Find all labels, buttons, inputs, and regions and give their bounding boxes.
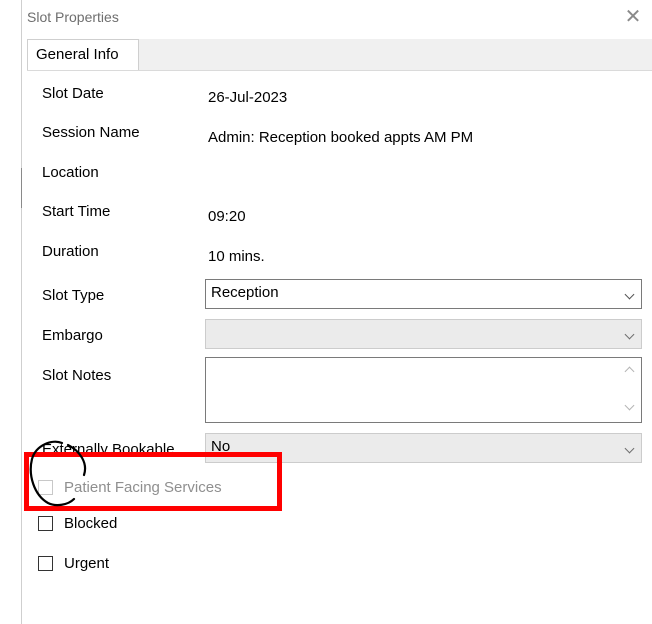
- location-label: Location: [42, 164, 99, 181]
- chevron-down-icon: [624, 289, 635, 300]
- slot-notes-textarea[interactable]: [205, 357, 642, 423]
- embargo-label: Embargo: [42, 327, 103, 344]
- window-title: Slot Properties: [27, 9, 119, 25]
- blocked-label: Blocked: [64, 515, 118, 532]
- start-time-label: Start Time: [42, 203, 111, 220]
- start-time-value: 09:20: [208, 208, 246, 225]
- slot-type-value: Reception: [211, 284, 279, 301]
- window-left-edge-accent: [21, 168, 22, 208]
- urgent-checkbox[interactable]: [38, 556, 53, 571]
- embargo-select[interactable]: [205, 319, 642, 349]
- slot-type-select[interactable]: Reception: [205, 279, 642, 309]
- chevron-down-icon: [624, 443, 635, 454]
- slot-type-label: Slot Type: [42, 287, 105, 304]
- session-name-label: Session Name: [42, 124, 140, 141]
- slot-notes-label: Slot Notes: [42, 367, 112, 384]
- window-left-edge: [21, 0, 22, 624]
- session-name-value: Admin: Reception booked appts AM PM: [208, 129, 474, 146]
- duration-value: 10 mins.: [208, 248, 265, 265]
- tab-general-info[interactable]: General Info: [27, 39, 139, 70]
- scroll-down-icon[interactable]: [624, 400, 635, 411]
- red-highlight-box: [24, 452, 282, 511]
- duration-label: Duration: [42, 243, 99, 260]
- urgent-label: Urgent: [64, 555, 110, 572]
- chevron-down-icon: [624, 329, 635, 340]
- blocked-checkbox[interactable]: [38, 516, 53, 531]
- slot-date-value: 26-Jul-2023: [208, 89, 288, 106]
- slot-date-label: Slot Date: [42, 85, 104, 102]
- close-icon[interactable]: ✕: [622, 6, 644, 28]
- scroll-up-icon[interactable]: [624, 366, 635, 377]
